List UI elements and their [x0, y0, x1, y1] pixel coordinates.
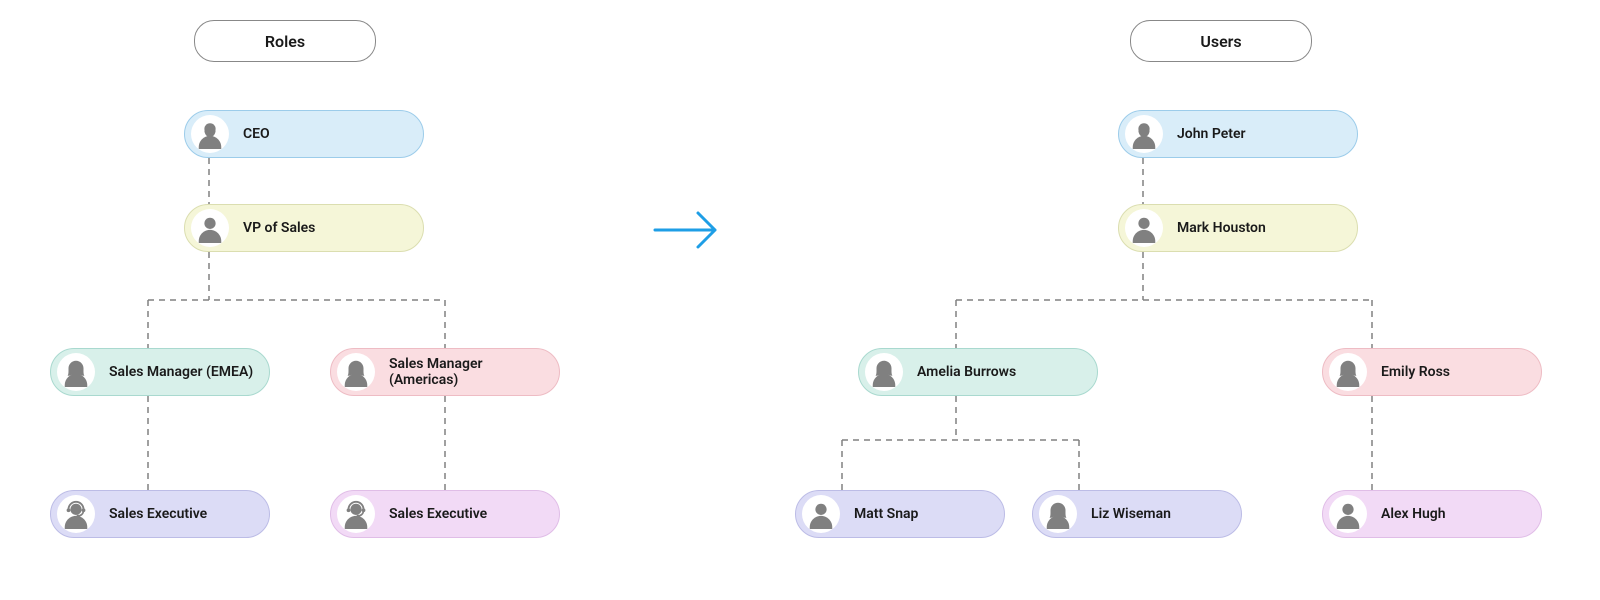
user-node-liz: Liz Wiseman — [1032, 490, 1242, 538]
avatar-icon — [1125, 209, 1163, 247]
avatar-icon — [337, 353, 375, 391]
role-label: Sales Executive — [375, 506, 501, 522]
user-label: Emily Ross — [1367, 364, 1464, 380]
role-label: Sales Executive — [95, 506, 221, 522]
user-node-alex: Alex Hugh — [1322, 490, 1542, 538]
user-node-mark: Mark Houston — [1118, 204, 1358, 252]
role-node-ceo: CEO — [184, 110, 424, 158]
role-label: Sales Manager (EMEA) — [95, 364, 267, 380]
avatar-icon — [1039, 495, 1077, 533]
user-node-john: John Peter — [1118, 110, 1358, 158]
avatar-icon — [191, 209, 229, 247]
user-node-emily: Emily Ross — [1322, 348, 1542, 396]
user-label: John Peter — [1163, 126, 1260, 142]
role-node-exec-1: Sales Executive — [50, 490, 270, 538]
avatar-icon — [802, 495, 840, 533]
avatar-icon — [57, 495, 95, 533]
role-label: VP of Sales — [229, 220, 329, 236]
role-label: CEO — [229, 126, 284, 142]
user-label: Liz Wiseman — [1077, 506, 1185, 522]
role-node-mgr-americas: Sales Manager (Americas) — [330, 348, 560, 396]
role-label: Sales Manager (Americas) — [375, 356, 559, 388]
avatar-icon — [865, 353, 903, 391]
roles-header: Roles — [194, 20, 376, 62]
user-label: Amelia Burrows — [903, 364, 1030, 380]
users-header: Users — [1130, 20, 1312, 62]
avatar-icon — [57, 353, 95, 391]
user-label: Mark Houston — [1163, 220, 1280, 236]
role-node-exec-2: Sales Executive — [330, 490, 560, 538]
avatar-icon — [1329, 353, 1367, 391]
avatar-icon — [1125, 115, 1163, 153]
avatar-icon — [337, 495, 375, 533]
user-node-matt: Matt Snap — [795, 490, 1005, 538]
user-node-amelia: Amelia Burrows — [858, 348, 1098, 396]
user-label: Alex Hugh — [1367, 506, 1460, 522]
role-node-mgr-emea: Sales Manager (EMEA) — [50, 348, 270, 396]
role-node-vp: VP of Sales — [184, 204, 424, 252]
user-label: Matt Snap — [840, 506, 932, 522]
avatar-icon — [191, 115, 229, 153]
arrow-right-icon — [650, 205, 730, 255]
avatar-icon — [1329, 495, 1367, 533]
